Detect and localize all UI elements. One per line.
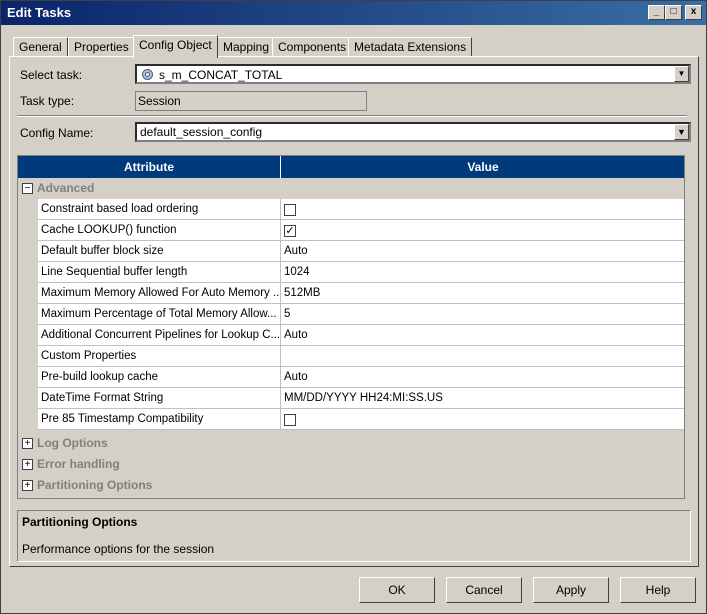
config-name-field[interactable]: default_session_config ▼ (135, 122, 691, 142)
task-type-field: Session (135, 91, 367, 111)
attribute-cell: Constraint based load ordering (38, 199, 281, 220)
config-name-label: Config Name: (20, 126, 94, 140)
close-button[interactable]: x (685, 5, 702, 20)
config-browse-icon[interactable]: ▼ (674, 124, 689, 140)
table-row[interactable]: Constraint based load ordering (38, 199, 684, 220)
config-name-value: default_session_config (140, 125, 263, 139)
attribute-cell: Maximum Memory Allowed For Auto Memory .… (38, 283, 281, 304)
attribute-cell: DateTime Format String (38, 388, 281, 409)
divider (17, 115, 687, 117)
edit-tasks-dialog: Edit Tasks _ □ x General Properties Conf… (0, 0, 707, 614)
table-row[interactable]: Custom Properties (38, 346, 684, 367)
section-error-handling[interactable]: + Error handling (22, 454, 120, 475)
checkbox[interactable] (284, 414, 296, 426)
expand-icon[interactable]: + (22, 459, 33, 471)
value-cell[interactable]: 512MB (281, 283, 684, 304)
attribute-column-header: Attribute (18, 156, 281, 178)
section-advanced-label: Advanced (37, 181, 95, 195)
tab-metadata-extensions[interactable]: Metadata Extensions (348, 37, 473, 57)
table-row[interactable]: Additional Concurrent Pipelines for Look… (38, 325, 684, 346)
attribute-cell: Additional Concurrent Pipelines for Look… (38, 325, 281, 346)
cancel-button[interactable]: Cancel (446, 577, 522, 603)
value-cell[interactable]: MM/DD/YYYY HH24:MI:SS.US (281, 388, 684, 409)
table-row[interactable]: Pre-build lookup cache Auto (38, 367, 684, 388)
chevron-down-icon[interactable]: ▼ (674, 66, 689, 82)
tab-components[interactable]: Components (272, 37, 353, 57)
section-error-handling-label: Error handling (37, 457, 120, 471)
description-text: Performance options for the session (22, 542, 215, 556)
tab-properties[interactable]: Properties (68, 37, 135, 57)
value-cell[interactable]: 1024 (281, 262, 684, 283)
description-pane: Partitioning Options Performance options… (17, 510, 691, 562)
value-cell[interactable]: Auto (281, 325, 684, 346)
table-row[interactable]: Default buffer block size Auto (38, 241, 684, 262)
attribute-grid: Attribute Value − Advanced Constraint bas… (17, 155, 685, 499)
value-cell[interactable] (281, 199, 684, 220)
task-type-label: Task type: (20, 94, 75, 108)
maximize-button[interactable]: □ (665, 5, 682, 20)
tab-mapping[interactable]: Mapping (217, 37, 276, 57)
apply-button[interactable]: Apply (533, 577, 609, 603)
select-task-label: Select task: (20, 68, 83, 82)
section-partitioning-options[interactable]: + Partitioning Options (22, 475, 152, 496)
expand-icon[interactable]: + (22, 438, 33, 450)
checkbox[interactable] (284, 204, 296, 216)
select-task-combo[interactable]: s_m_CONCAT_TOTAL ▼ (135, 64, 691, 84)
session-gear-icon (142, 69, 153, 80)
attribute-cell: Pre-build lookup cache (38, 367, 281, 388)
attribute-cell: Default buffer block size (38, 241, 281, 262)
attribute-cell: Cache LOOKUP() function (38, 220, 281, 241)
description-title: Partitioning Options (22, 515, 138, 529)
table-row[interactable]: Line Sequential buffer length 1024 (38, 262, 684, 283)
checkbox-checked[interactable]: ✓ (284, 225, 296, 237)
tab-general[interactable]: General (13, 37, 68, 57)
tab-config-object[interactable]: Config Object (133, 35, 218, 58)
table-row[interactable]: Maximum Percentage of Total Memory Allow… (38, 304, 684, 325)
value-column-header: Value (281, 156, 684, 178)
title-bar: Edit Tasks (1, 1, 706, 25)
value-cell[interactable]: ✓ (281, 220, 684, 241)
help-button[interactable]: Help (620, 577, 696, 603)
attribute-cell: Pre 85 Timestamp Compatibility (38, 409, 281, 430)
value-cell[interactable]: Auto (281, 367, 684, 388)
section-advanced[interactable]: − Advanced (22, 178, 94, 199)
minimize-button[interactable]: _ (648, 5, 665, 20)
select-task-value: s_m_CONCAT_TOTAL (159, 68, 283, 82)
value-cell[interactable] (281, 346, 684, 367)
ok-button[interactable]: OK (359, 577, 435, 603)
value-cell[interactable]: 5 (281, 304, 684, 325)
table-row[interactable]: DateTime Format String MM/DD/YYYY HH24:M… (38, 388, 684, 409)
value-cell[interactable] (281, 409, 684, 430)
section-log-options[interactable]: + Log Options (22, 433, 108, 454)
attribute-cell: Line Sequential buffer length (38, 262, 281, 283)
value-cell[interactable]: Auto (281, 241, 684, 262)
collapse-icon[interactable]: − (22, 183, 33, 195)
table-row[interactable]: Maximum Memory Allowed For Auto Memory .… (38, 283, 684, 304)
section-partitioning-options-label: Partitioning Options (37, 478, 153, 492)
window-title: Edit Tasks (7, 5, 72, 20)
table-row[interactable]: Cache LOOKUP() function ✓ (38, 220, 684, 241)
table-row[interactable]: Pre 85 Timestamp Compatibility (38, 409, 684, 430)
attribute-cell: Maximum Percentage of Total Memory Allow… (38, 304, 281, 325)
attribute-cell: Custom Properties (38, 346, 281, 367)
section-log-options-label: Log Options (37, 436, 108, 450)
expand-icon[interactable]: + (22, 480, 33, 492)
